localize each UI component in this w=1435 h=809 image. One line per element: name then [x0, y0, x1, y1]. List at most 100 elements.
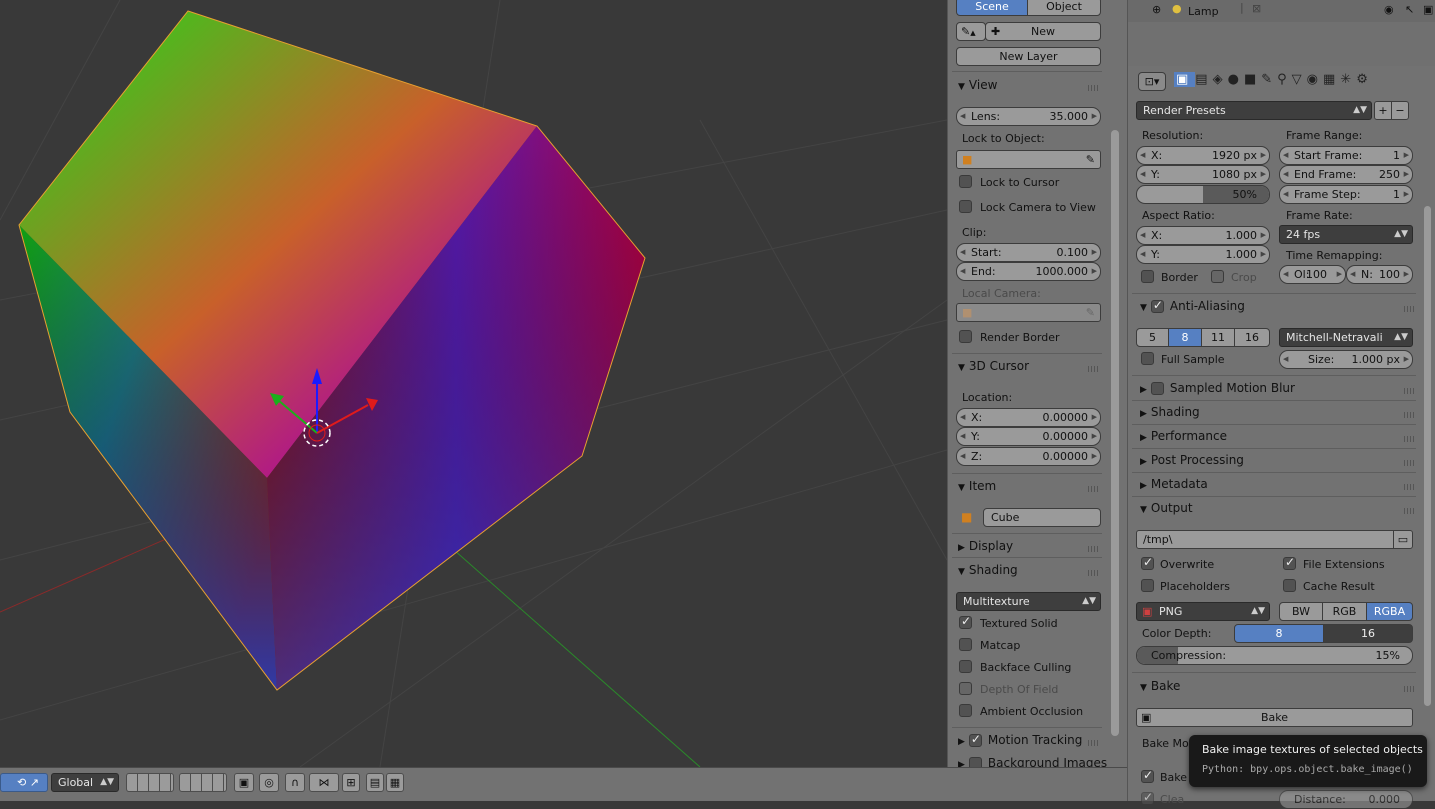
aa-samples-5[interactable]: 5	[1136, 328, 1169, 347]
item-name-field[interactable]: Cube	[983, 508, 1101, 527]
proportional-edit-icon[interactable]: ◎	[259, 773, 279, 792]
aa-samples-8[interactable]: 8	[1168, 328, 1202, 347]
drag-grip-icon[interactable]	[1404, 306, 1414, 312]
color-rgba[interactable]: RGBA	[1366, 602, 1413, 621]
res-x-field[interactable]: ◀ X: 1920 px ▶	[1136, 146, 1270, 165]
lamp-data-icon[interactable]: ⊠	[1252, 2, 1261, 15]
remap-new-field[interactable]: ◀ N: 100 ▶	[1346, 265, 1413, 284]
shading-section-header[interactable]: ▼ Shading	[958, 563, 1018, 577]
metadata-header[interactable]: ▶ Metadata	[1140, 477, 1208, 491]
properties-tabs[interactable]: ▣ ▤◈●■✎⚲▽◉▦✳⚙	[1174, 72, 1414, 92]
remap-old-field[interactable]: ◀ Ol: 100 ▶	[1279, 265, 1346, 284]
drag-grip-icon[interactable]	[1404, 686, 1414, 692]
lock-camera-checkbox[interactable]	[959, 200, 972, 213]
end-frame-field[interactable]: ◀ End Frame: 250 ▶	[1279, 165, 1413, 184]
file-format-select[interactable]: ▣ PNG ▲▼	[1136, 602, 1270, 621]
backface-checkbox[interactable]	[959, 660, 972, 673]
panel-scrollbar[interactable]	[1111, 130, 1119, 736]
modifier-tab-icon[interactable]: ✎	[1261, 72, 1277, 87]
tab-object[interactable]: Object	[1027, 0, 1101, 16]
drag-grip-icon[interactable]	[1088, 546, 1098, 552]
cursor-z-field[interactable]: ◀ Z: 0.00000 ▶	[956, 447, 1101, 466]
bake-button[interactable]: ▣ Bake	[1136, 708, 1413, 727]
motion-blur-header[interactable]: ▶ Sampled Motion Blur	[1140, 381, 1295, 395]
material-tab-icon[interactable]: ◉	[1307, 72, 1323, 87]
shading-header[interactable]: ▶ Shading	[1140, 405, 1200, 419]
physics-tab-icon[interactable]: ⚙	[1356, 72, 1373, 87]
lock-object-field[interactable]: ■ ✎	[956, 150, 1101, 169]
transform-orientation-select[interactable]: Global ▲▼	[51, 773, 119, 792]
border-checkbox[interactable]	[1141, 270, 1154, 283]
layers-grid-1[interactable]	[126, 773, 174, 792]
bake-section-header[interactable]: ▼ Bake	[1140, 679, 1180, 693]
scene-tab-icon[interactable]: ◈	[1213, 72, 1228, 87]
drag-grip-icon[interactable]	[1404, 388, 1414, 394]
clapper-icon[interactable]: ▦	[386, 773, 404, 792]
tab-scene[interactable]: Scene	[956, 0, 1028, 16]
aa-filter-select[interactable]: Mitchell-Netravali ▲▼	[1279, 328, 1413, 347]
eye-icon[interactable]: ◉	[1384, 3, 1394, 16]
clear-checkbox[interactable]	[1141, 790, 1154, 805]
render-layer-icon[interactable]: ▣	[234, 773, 254, 792]
editor-type-button[interactable]: ⊡▾	[1138, 72, 1166, 91]
drag-grip-icon[interactable]	[1404, 484, 1414, 490]
output-section-header[interactable]: ▼ Output	[1140, 501, 1193, 515]
aspect-y-field[interactable]: ◀ Y: 1.000 ▶	[1136, 245, 1270, 264]
clip-end-field[interactable]: ◀ End: 1000.000 ▶	[956, 262, 1101, 281]
cursor-section-header[interactable]: ▼ 3D Cursor	[958, 359, 1029, 373]
magnet-icon[interactable]: ∩	[285, 773, 305, 792]
crop-checkbox[interactable]	[1211, 270, 1224, 283]
distance-field[interactable]: Distance: 0.000	[1279, 790, 1413, 809]
render-presets-select[interactable]: Render Presets ▲▼	[1136, 101, 1372, 120]
render-tab-icon[interactable]: ▣	[1174, 72, 1196, 87]
res-y-field[interactable]: ◀ Y: 1080 px ▶	[1136, 165, 1270, 184]
new-layer-button[interactable]: New Layer	[956, 47, 1101, 66]
layers-tab-icon[interactable]: ▤	[1195, 72, 1212, 87]
overwrite-checkbox[interactable]	[1141, 555, 1154, 570]
cursor-y-field[interactable]: ◀ Y: 0.00000 ▶	[956, 427, 1101, 446]
filter-size-field[interactable]: ◀ Size: 1.000 px ▶	[1279, 350, 1413, 369]
start-frame-field[interactable]: ◀ Start Frame: 1 ▶	[1279, 146, 1413, 165]
cache-checkbox[interactable]	[1283, 579, 1296, 592]
clip-start-field[interactable]: ◀ Start: 0.100 ▶	[956, 243, 1101, 262]
opengl-render-icon[interactable]: ▤	[366, 773, 384, 792]
post-processing-header[interactable]: ▶ Post Processing	[1140, 453, 1244, 467]
color-bw[interactable]: BW	[1279, 602, 1323, 621]
object-tab-icon[interactable]: ■	[1244, 72, 1261, 87]
textured-solid-checkbox[interactable]	[959, 614, 972, 629]
view-section-header[interactable]: ▼ View	[958, 78, 997, 92]
snap-element-icon[interactable]: ⋈	[309, 773, 339, 792]
aa-samples-16[interactable]: 16	[1234, 328, 1270, 347]
drag-grip-icon[interactable]	[1404, 460, 1414, 466]
compression-slider[interactable]: Compression: 15%	[1136, 646, 1413, 665]
aa-section-header[interactable]: ▼Anti-Aliasing	[1140, 298, 1245, 313]
local-camera-field[interactable]: ■ ✎	[956, 303, 1101, 322]
add-preset-button[interactable]: +	[1374, 101, 1392, 120]
constraints-tab-icon[interactable]: ⚲	[1277, 72, 1292, 87]
depth-8[interactable]: 8	[1234, 624, 1324, 643]
world-tab-icon[interactable]: ●	[1228, 72, 1244, 87]
lens-field[interactable]: ◀ Lens: 35.000 ▶	[956, 107, 1101, 126]
dof-checkbox[interactable]	[959, 682, 972, 695]
drag-grip-icon[interactable]	[1088, 740, 1098, 746]
bake-selected-checkbox[interactable]	[1141, 768, 1154, 783]
drag-grip-icon[interactable]	[1088, 486, 1098, 492]
lock-cursor-checkbox[interactable]	[959, 175, 972, 188]
render-border-checkbox[interactable]	[959, 330, 972, 343]
matcap-checkbox[interactable]	[959, 638, 972, 651]
file-ext-checkbox[interactable]	[1283, 555, 1296, 570]
shading-mode-select[interactable]: Multitexture ▲▼	[956, 592, 1101, 611]
fps-select[interactable]: 24 fps ▲▼	[1279, 225, 1413, 244]
display-section-header[interactable]: ▶ Display	[958, 539, 1013, 553]
new-button[interactable]: ✚ New	[985, 22, 1101, 41]
props-scrollbar[interactable]	[1424, 206, 1431, 706]
item-section-header[interactable]: ▼ Item	[958, 479, 996, 493]
camera-icon[interactable]: ▣	[1423, 3, 1433, 16]
snap-target-icon[interactable]: ⊞	[342, 773, 360, 792]
aa-samples-11[interactable]: 11	[1201, 328, 1235, 347]
drag-grip-icon[interactable]	[1088, 366, 1098, 372]
data-tab-icon[interactable]: ▽	[1292, 72, 1307, 87]
drag-grip-icon[interactable]	[1404, 436, 1414, 442]
ao-checkbox[interactable]	[959, 704, 972, 717]
motion-tracking-header[interactable]: ▶Motion Tracking	[958, 732, 1082, 747]
